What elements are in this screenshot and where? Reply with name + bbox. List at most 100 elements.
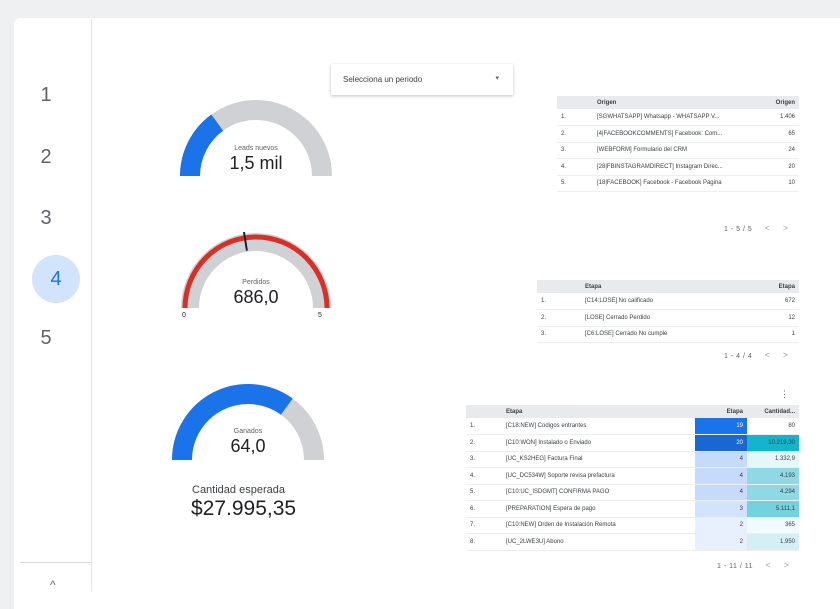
- gauge-ganados-value: 64,0: [230, 436, 266, 456]
- table-cell: [C10:WON] Instalado o Enviado: [502, 434, 695, 452]
- table-cell: [C6:LOSE] Cerrado No cumple: [581, 326, 759, 343]
- nav-page-4[interactable]: 4: [32, 255, 80, 303]
- col-etapa-count[interactable]: Etapa: [695, 405, 747, 418]
- table-row[interactable]: 3. [UC_KS2HEG] Factura Final 4 1.332,9: [466, 451, 799, 468]
- period-placeholder: Selecciona un periodo: [343, 75, 423, 84]
- table-cell: [LOSE] Cerrado Perdido: [581, 309, 759, 327]
- table-cell: 1.950: [747, 533, 799, 551]
- table-cell: 1.406: [759, 109, 799, 126]
- col-origen-count[interactable]: Origen: [759, 96, 799, 109]
- table-row[interactable]: 3. [WEBFORM] Formulario del CRM 24: [557, 142, 799, 159]
- row-index: 5.: [466, 484, 502, 501]
- gauge-perdidos: Perdidos 686,0 0 5: [178, 232, 334, 324]
- table-cell: 4: [695, 451, 747, 468]
- col-origen[interactable]: Origen: [593, 96, 759, 109]
- col-etapa[interactable]: Etapa: [502, 405, 695, 418]
- chevron-right-icon[interactable]: >: [783, 350, 789, 360]
- table-cell: 4: [695, 484, 747, 501]
- table-cell: [C14:LOSE] No calificado: [581, 293, 759, 310]
- table-cell: [C10:NEW] Orden de Instalación Remota: [502, 517, 695, 534]
- table-cell: 3: [695, 500, 747, 518]
- table-row[interactable]: 1. [C18:NEW] Codigos entrantes 19 80: [466, 418, 799, 435]
- table-header-row: Origen Origen: [557, 96, 799, 109]
- more-vert-icon[interactable]: ⋮: [780, 389, 789, 400]
- chevron-left-icon[interactable]: <: [765, 223, 771, 233]
- row-index: 4.: [466, 467, 502, 485]
- table-cantidad: Etapa Etapa Cantidad... 1. [C18:NEW] Codi…: [466, 405, 799, 551]
- col-etapa[interactable]: Etapa: [581, 280, 759, 293]
- row-index: 6.: [466, 500, 502, 518]
- chevron-left-icon[interactable]: <: [765, 560, 771, 570]
- table-cell: 672: [759, 293, 799, 310]
- pager-origen: 1 - 5 / 5 < >: [724, 223, 789, 233]
- col-etapa-count[interactable]: Etapa: [759, 280, 799, 293]
- table-cell: [C18:NEW] Codigos entrantes: [502, 418, 695, 435]
- table-header-row: Etapa Etapa Cantidad...: [466, 405, 799, 418]
- table-row[interactable]: 2. [C10:WON] Instalado o Enviado 20 10.219,…: [466, 434, 799, 452]
- table-cell: 1: [759, 326, 799, 343]
- pager-cantidad-range: 1 - 11 / 11: [717, 563, 753, 570]
- nav-page-1[interactable]: 1: [0, 84, 92, 107]
- row-index: 2.: [537, 309, 581, 327]
- table-cell: [UC_2LWE3U] Abono: [502, 533, 695, 551]
- table-cell: [18|FACEBOOK] Facebook - Facebook Página: [593, 175, 759, 192]
- table-cell: [PREPARATION] Espera de pago: [502, 500, 695, 518]
- chevron-up-icon[interactable]: ^: [50, 578, 56, 592]
- row-index: 4.: [557, 158, 593, 176]
- table-etapa: Etapa Etapa 1. [C14:LOSE] No calificado 67…: [537, 280, 799, 343]
- table-row[interactable]: 4. [28|FBINSTAGRAMDIRECT] Instagram Direc…: [557, 158, 799, 176]
- table-origen: Origen Origen 1. [SGWHATSAPP] Whatsapp - …: [557, 96, 799, 192]
- table-cell: 4.294: [747, 484, 799, 501]
- nav-divider: [20, 562, 92, 563]
- chevron-left-icon[interactable]: <: [765, 350, 771, 360]
- nav-page-5[interactable]: 5: [0, 327, 92, 350]
- nav-page-2[interactable]: 2: [0, 146, 92, 169]
- table-cell: 10: [759, 175, 799, 192]
- gauge-ganados-label: Ganados: [233, 428, 263, 435]
- table-row[interactable]: 1. [SGWHATSAPP] Whatsapp - WHATSAPP V... 1…: [557, 109, 799, 126]
- amount-value: $27.995,35: [191, 497, 297, 520]
- table-cell: 10.219,30: [747, 434, 799, 452]
- table-row[interactable]: 2. [LOSE] Cerrado Perdido 12: [537, 309, 799, 327]
- chevron-right-icon[interactable]: >: [783, 223, 789, 233]
- row-index: 3.: [466, 451, 502, 468]
- table-row[interactable]: 3. [C6:LOSE] Cerrado No cumple 1: [537, 326, 799, 343]
- table-cell: 2: [695, 533, 747, 551]
- table-cell: 365: [747, 517, 799, 534]
- table-cell: 24: [759, 142, 799, 159]
- table-cell: 80: [747, 418, 799, 435]
- table-row[interactable]: 4. [UC_DC534W] Soporte revisa prefactura 4…: [466, 467, 799, 485]
- table-row[interactable]: 5. [18|FACEBOOK] Facebook - Facebook Pági…: [557, 175, 799, 192]
- table-row[interactable]: 8. [UC_2LWE3U] Abono 2 1.950: [466, 533, 799, 551]
- row-index: 1.: [537, 293, 581, 310]
- nav-page-3[interactable]: 3: [0, 207, 92, 230]
- gauge-perdidos-max: 5: [318, 312, 322, 319]
- gauge-leads-value: 1,5 mil: [229, 153, 283, 173]
- table-row[interactable]: 5. [C10:UC_ISDGMT] CONFIRMA PAGO 4 4.294: [466, 484, 799, 501]
- table-cell: 5.111,1: [747, 500, 799, 518]
- row-index: 7.: [466, 517, 502, 534]
- col-cantidad[interactable]: Cantidad...: [747, 405, 799, 418]
- table-cell: [4|FACEBOOKCOMMENTS] Facebook: Com...: [593, 125, 759, 143]
- table-cell: [UC_KS2HEG] Factura Final: [502, 451, 695, 468]
- gauge-ganados: Ganados 64,0: [170, 384, 326, 474]
- chevron-down-icon: ▾: [495, 75, 499, 82]
- gauge-leads-nuevos: Leads nuevos 1,5 mil: [178, 96, 334, 186]
- table-row[interactable]: 2. [4|FACEBOOKCOMMENTS] Facebook: Com... 6…: [557, 125, 799, 143]
- table-row[interactable]: 6. [PREPARATION] Espera de pago 3 5.111,1: [466, 500, 799, 518]
- table-row[interactable]: 7. [C10:NEW] Orden de Instalación Remota 2…: [466, 517, 799, 534]
- row-index: 3.: [557, 142, 593, 159]
- period-select[interactable]: Selecciona un periodo ▾: [331, 64, 513, 95]
- table-cell: 1.332,9: [747, 451, 799, 468]
- table-cell: 2: [695, 517, 747, 534]
- table-row[interactable]: 1. [C14:LOSE] No calificado 672: [537, 293, 799, 310]
- col-index: [537, 280, 581, 293]
- row-index: 2.: [557, 125, 593, 143]
- table-cell: 4.193: [747, 467, 799, 485]
- chevron-right-icon[interactable]: >: [784, 560, 790, 570]
- table-cell: [WEBFORM] Formulario del CRM: [593, 142, 759, 159]
- gauge-perdidos-value: 686,0: [233, 287, 279, 307]
- col-index: [466, 405, 502, 418]
- gauge-leads-label: Leads nuevos: [234, 145, 278, 152]
- table-cell: [UC_DC534W] Soporte revisa prefactura: [502, 467, 695, 485]
